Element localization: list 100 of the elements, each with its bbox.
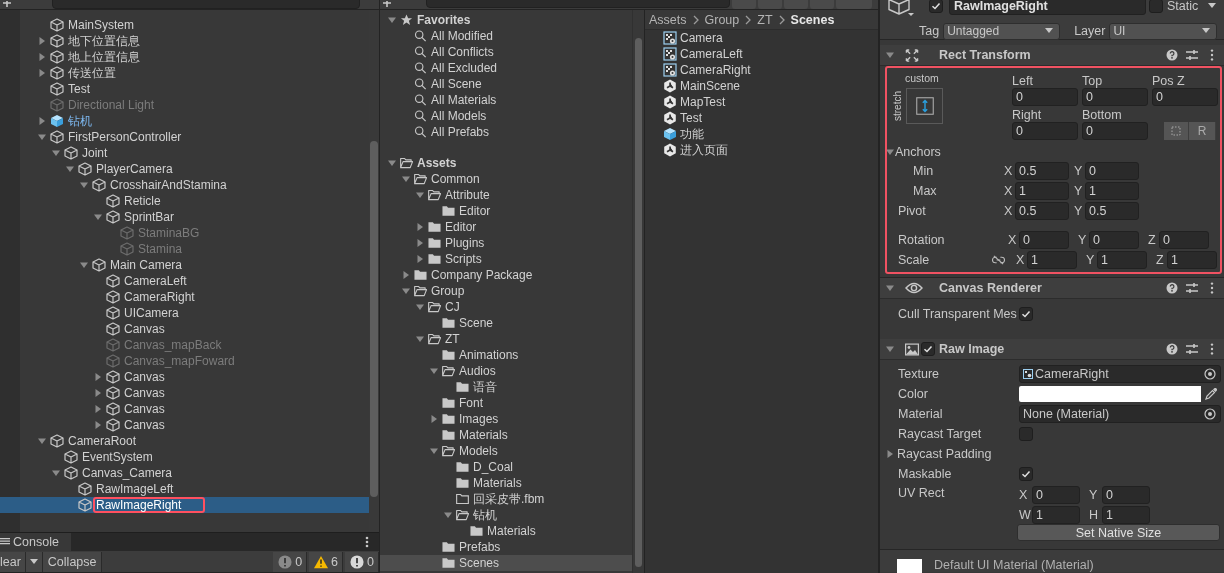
help-icon[interactable]: [1166, 343, 1178, 355]
caret-right-icon[interactable]: [38, 37, 46, 45]
caret-right-icon[interactable]: [94, 405, 102, 413]
breadcrumb-item[interactable]: Assets: [649, 12, 687, 27]
caret-down-icon[interactable]: [416, 335, 424, 343]
caret-down-icon[interactable]: [80, 261, 88, 269]
project-item[interactable]: Editor: [380, 203, 632, 219]
project-item[interactable]: Scripts: [380, 251, 632, 267]
caret-down-icon[interactable]: [66, 165, 74, 173]
caret-right-icon[interactable]: [416, 239, 424, 247]
hierarchy-item[interactable]: Canvas_Camera: [0, 465, 370, 481]
project-item[interactable]: Group: [380, 283, 632, 299]
checkbox[interactable]: [1019, 307, 1033, 321]
caret-down-icon[interactable]: [52, 149, 60, 157]
project-item[interactable]: Font: [380, 395, 632, 411]
caret-down-icon[interactable]: [94, 213, 102, 221]
enabled-checkbox[interactable]: [921, 342, 935, 356]
project-item[interactable]: Prefabs: [380, 539, 632, 555]
caret-down-icon[interactable]: [38, 133, 46, 141]
caret-down-icon[interactable]: [388, 159, 396, 167]
number-field[interactable]: 0: [1089, 231, 1139, 249]
help-icon[interactable]: [1166, 282, 1178, 294]
hierarchy-item[interactable]: Canvas: [0, 385, 370, 401]
project-item[interactable]: All Modified: [380, 28, 632, 44]
number-field[interactable]: 1: [1085, 182, 1139, 200]
hierarchy-item[interactable]: 地上位置信息: [0, 49, 370, 65]
caret-down-icon[interactable]: [38, 437, 46, 445]
project-item[interactable]: Models: [380, 443, 632, 459]
collapse-button[interactable]: Collapse: [42, 551, 103, 572]
project-item[interactable]: D_Coal: [380, 459, 632, 475]
scrollbar-thumb[interactable]: [635, 38, 642, 567]
project-item[interactable]: Materials: [380, 427, 632, 443]
scrollbar-thumb[interactable]: [370, 141, 378, 497]
number-field[interactable]: 1: [1015, 182, 1069, 200]
console-tab[interactable]: Console: [0, 533, 71, 551]
project-item[interactable]: All Excluded: [380, 60, 632, 76]
caret-down-icon[interactable]: [886, 284, 894, 292]
asset-item[interactable]: CameraLeft: [645, 46, 878, 62]
caret-right-icon[interactable]: [402, 271, 410, 279]
tag-dropdown[interactable]: Untagged: [943, 22, 1061, 40]
caret-right-icon[interactable]: [94, 421, 102, 429]
checkbox[interactable]: [1019, 467, 1033, 481]
hierarchy-item[interactable]: EventSystem: [0, 449, 370, 465]
error-count-button[interactable]: 0: [345, 551, 379, 572]
hierarchy-item[interactable]: 传送位置: [0, 65, 370, 81]
project-item[interactable]: Audios: [380, 363, 632, 379]
set-native-size-button[interactable]: Set Native Size: [1017, 524, 1220, 541]
asset-item[interactable]: Test: [645, 110, 878, 126]
caret-right-icon[interactable]: [416, 223, 424, 231]
number-field[interactable]: 0.5: [1015, 202, 1069, 220]
anchor-preset-button[interactable]: [906, 88, 943, 124]
hierarchy-item[interactable]: Canvas: [0, 369, 370, 385]
hierarchy-item[interactable]: UICamera: [0, 305, 370, 321]
hierarchy-item[interactable]: Test: [0, 81, 370, 97]
hierarchy-item[interactable]: RawImageRight: [0, 497, 370, 513]
project-item[interactable]: All Conflicts: [380, 44, 632, 60]
hierarchy-item[interactable]: Canvas: [0, 401, 370, 417]
color-swatch[interactable]: [1019, 386, 1201, 402]
name-field[interactable]: RawImageRight: [949, 0, 1146, 15]
settings-icon[interactable]: [1186, 49, 1198, 61]
hierarchy-item[interactable]: Reticle: [0, 193, 370, 209]
project-item[interactable]: 语音: [380, 379, 632, 395]
caret-down-icon[interactable]: [388, 16, 396, 24]
caret-right-icon[interactable]: [38, 69, 46, 77]
hierarchy-item[interactable]: Joint: [0, 145, 370, 161]
project-item[interactable]: 回采皮带.fbm: [380, 491, 632, 507]
hierarchy-item[interactable]: RawImageLeft: [0, 481, 370, 497]
project-item[interactable]: Materials: [380, 475, 632, 491]
number-field[interactable]: 0: [1082, 122, 1148, 140]
number-field[interactable]: 1: [1097, 251, 1147, 269]
project-item[interactable]: Plugins: [380, 235, 632, 251]
asset-item[interactable]: 进入页面: [645, 142, 878, 158]
number-field[interactable]: 0: [1032, 486, 1080, 504]
breadcrumb-item[interactable]: Group: [704, 12, 740, 27]
project-item[interactable]: Editor: [380, 219, 632, 235]
settings-icon[interactable]: [1186, 282, 1198, 294]
hierarchy-item[interactable]: 钻机: [0, 113, 370, 129]
breadcrumb-item[interactable]: ZT: [757, 12, 773, 27]
eyedropper-icon[interactable]: [1205, 388, 1217, 400]
number-field[interactable]: 0: [1012, 122, 1078, 140]
project-item[interactable]: Animations: [380, 347, 632, 363]
number-field[interactable]: 0: [1152, 88, 1218, 106]
caret-down-icon[interactable]: [430, 447, 438, 455]
hierarchy-item[interactable]: FirstPersonController: [0, 129, 370, 145]
layer-dropdown[interactable]: UI: [1109, 22, 1218, 40]
caret-down-icon[interactable]: [80, 181, 88, 189]
number-field[interactable]: 1: [1102, 506, 1150, 524]
breadcrumb-item[interactable]: Scenes: [790, 12, 835, 27]
caret-down-icon[interactable]: [416, 303, 424, 311]
number-field[interactable]: 0: [1019, 231, 1069, 249]
unlinked-icon[interactable]: [992, 255, 1005, 265]
project-item[interactable]: Assets: [380, 155, 632, 171]
caret-right-icon[interactable]: [38, 53, 46, 61]
hierarchy-item[interactable]: SprintBar: [0, 209, 370, 225]
number-field[interactable]: 0: [1085, 162, 1139, 180]
number-field[interactable]: 0: [1082, 88, 1148, 106]
project-item[interactable]: Images: [380, 411, 632, 427]
number-field[interactable]: 1: [1032, 506, 1080, 524]
settings-icon[interactable]: [1186, 343, 1198, 355]
hierarchy-item[interactable]: Canvas: [0, 321, 370, 337]
